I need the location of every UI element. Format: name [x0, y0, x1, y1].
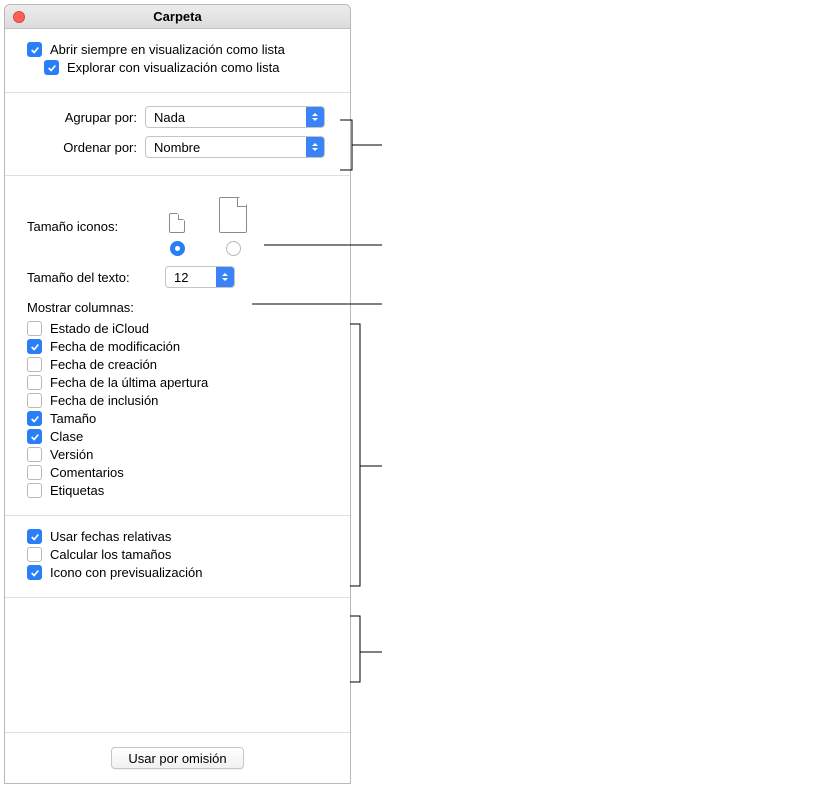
label-text-size: Tamaño del texto:	[27, 270, 165, 285]
window-title: Carpeta	[153, 9, 201, 24]
checkbox-column-last_opened[interactable]	[27, 375, 42, 390]
label-icon-size: Tamaño iconos:	[27, 219, 145, 234]
columns-list: Estado de iCloud Fecha de modificación Fec…	[27, 321, 328, 498]
row-browse-list: Explorar con visualización como lista	[27, 60, 328, 75]
column-row-comments: Comentarios	[27, 465, 328, 480]
select-arrows-icon	[306, 107, 324, 127]
label-show-columns: Mostrar columnas:	[27, 300, 328, 315]
page-icon	[169, 213, 185, 233]
checkbox-browse-list[interactable]	[44, 60, 59, 75]
label-column-tags: Etiquetas	[50, 483, 104, 498]
select-group-by[interactable]: Nada	[145, 106, 325, 128]
select-sort-by-value: Nombre	[146, 140, 306, 155]
use-as-defaults-label: Usar por omisión	[128, 751, 226, 766]
radio-icon-large[interactable]	[226, 241, 241, 256]
column-row-kind: Clase	[27, 429, 328, 444]
close-icon[interactable]	[13, 11, 25, 23]
select-text-size[interactable]: 12	[165, 266, 235, 288]
icon-size-options	[169, 197, 247, 256]
checkbox-calc-sizes[interactable]	[27, 547, 42, 562]
column-row-last_opened: Fecha de la última apertura	[27, 375, 328, 390]
section-arrange: Agrupar por: Nada Ordenar por: Nombre	[5, 93, 350, 176]
column-row-size: Tamaño	[27, 411, 328, 426]
page-icon	[219, 197, 247, 233]
label-relative-dates: Usar fechas relativas	[50, 529, 171, 544]
column-row-version: Versión	[27, 447, 328, 462]
label-group-by: Agrupar por:	[27, 110, 137, 125]
column-row-added: Fecha de inclusión	[27, 393, 328, 408]
section-always-open: Abrir siempre en visualización como list…	[5, 29, 350, 93]
select-group-by-value: Nada	[146, 110, 306, 125]
radio-icon-small[interactable]	[170, 241, 185, 256]
footer: Usar por omisión	[5, 733, 350, 783]
row-relative-dates: Usar fechas relativas	[27, 529, 328, 544]
label-column-mod: Fecha de modificación	[50, 339, 180, 354]
select-sort-by[interactable]: Nombre	[145, 136, 325, 158]
titlebar: Carpeta	[5, 5, 350, 29]
checkbox-column-created[interactable]	[27, 357, 42, 372]
label-column-version: Versión	[50, 447, 93, 462]
label-column-added: Fecha de inclusión	[50, 393, 158, 408]
label-calc-sizes: Calcular los tamaños	[50, 547, 171, 562]
row-text-size: Tamaño del texto: 12	[27, 266, 328, 288]
column-row-mod: Fecha de modificación	[27, 339, 328, 354]
row-calc-sizes: Calcular los tamaños	[27, 547, 328, 562]
column-row-tags: Etiquetas	[27, 483, 328, 498]
checkbox-column-size[interactable]	[27, 411, 42, 426]
label-column-size: Tamaño	[50, 411, 96, 426]
checkbox-column-kind[interactable]	[27, 429, 42, 444]
select-text-size-value: 12	[166, 270, 216, 285]
column-row-created: Fecha de creación	[27, 357, 328, 372]
view-options-window: Carpeta Abrir siempre en visualización c…	[4, 4, 351, 784]
section-display: Tamaño iconos: Tamaño del texto: 12 Most…	[5, 176, 350, 516]
select-arrows-icon	[306, 137, 324, 157]
checkbox-column-version[interactable]	[27, 447, 42, 462]
column-row-icloud: Estado de iCloud	[27, 321, 328, 336]
select-arrows-icon	[216, 267, 234, 287]
checkbox-column-comments[interactable]	[27, 465, 42, 480]
label-column-created: Fecha de creación	[50, 357, 157, 372]
section-misc: Usar fechas relativas Calcular los tamañ…	[5, 516, 350, 598]
use-as-defaults-button[interactable]: Usar por omisión	[111, 747, 243, 769]
checkbox-column-added[interactable]	[27, 393, 42, 408]
checkbox-column-icloud[interactable]	[27, 321, 42, 336]
checkbox-open-list[interactable]	[27, 42, 42, 57]
label-column-comments: Comentarios	[50, 465, 124, 480]
label-column-last_opened: Fecha de la última apertura	[50, 375, 208, 390]
label-icon-preview: Icono con previsualización	[50, 565, 202, 580]
checkbox-icon-preview[interactable]	[27, 565, 42, 580]
checkbox-relative-dates[interactable]	[27, 529, 42, 544]
row-icon-size: Tamaño iconos:	[27, 197, 328, 256]
row-icon-preview: Icono con previsualización	[27, 565, 328, 580]
label-column-kind: Clase	[50, 429, 83, 444]
checkbox-column-mod[interactable]	[27, 339, 42, 354]
checkbox-column-tags[interactable]	[27, 483, 42, 498]
row-sort-by: Ordenar por: Nombre	[27, 136, 328, 158]
label-column-icloud: Estado de iCloud	[50, 321, 149, 336]
label-open-list: Abrir siempre en visualización como list…	[50, 42, 285, 57]
row-open-list: Abrir siempre en visualización como list…	[27, 42, 328, 57]
label-browse-list: Explorar con visualización como lista	[67, 60, 279, 75]
row-group-by: Agrupar por: Nada	[27, 106, 328, 128]
label-sort-by: Ordenar por:	[27, 140, 137, 155]
